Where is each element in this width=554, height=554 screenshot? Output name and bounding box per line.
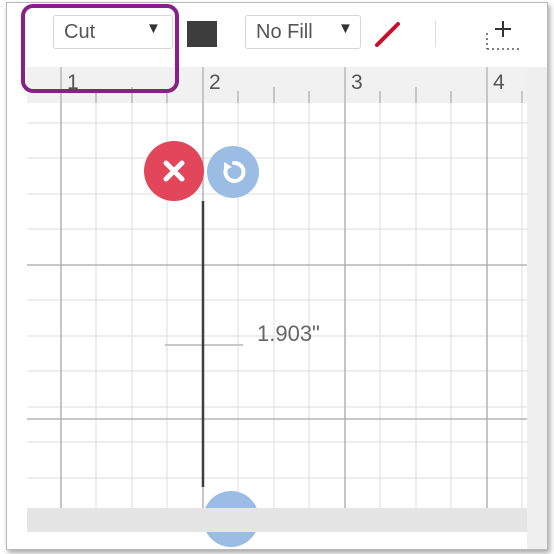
canvas-grid bbox=[27, 103, 527, 508]
fill-dropdown-value: No Fill bbox=[256, 21, 313, 43]
fill-dropdown[interactable]: No Fill ▼ bbox=[245, 15, 361, 49]
caret-down-icon: ▼ bbox=[338, 20, 353, 37]
toolbar-divider bbox=[435, 21, 436, 47]
dimension-label: 1.903" bbox=[257, 321, 320, 346]
canvas-right-gutter bbox=[527, 67, 547, 549]
rotate-button[interactable] bbox=[207, 146, 259, 198]
line-color-swatch[interactable] bbox=[187, 21, 217, 47]
canvas-bottom-scrollbar[interactable] bbox=[27, 508, 527, 532]
horizontal-ruler: 1 2 3 4 bbox=[27, 67, 527, 104]
caret-down-icon: ▼ bbox=[146, 20, 161, 37]
close-icon bbox=[163, 160, 185, 182]
toolbar: Cut ▼ No Fill ▼ bbox=[7, 3, 547, 67]
align-icon[interactable] bbox=[485, 19, 521, 53]
rotate-icon bbox=[223, 161, 246, 183]
pen-slash-icon[interactable] bbox=[371, 17, 405, 51]
ruler-mark: 3 bbox=[351, 71, 363, 94]
ruler-ticks bbox=[60, 67, 523, 103]
ruler-mark: 2 bbox=[209, 71, 221, 94]
design-canvas[interactable]: 1.903" bbox=[27, 103, 527, 547]
delete-button[interactable] bbox=[144, 141, 204, 201]
ruler-mark: 4 bbox=[493, 71, 505, 94]
operation-dropdown[interactable]: Cut ▼ bbox=[53, 15, 173, 49]
app-window: Cut ▼ No Fill ▼ 1 2 3 4 1.903" bbox=[6, 2, 548, 550]
ruler-mark: 1 bbox=[67, 71, 79, 94]
operation-dropdown-value: Cut bbox=[64, 21, 96, 43]
